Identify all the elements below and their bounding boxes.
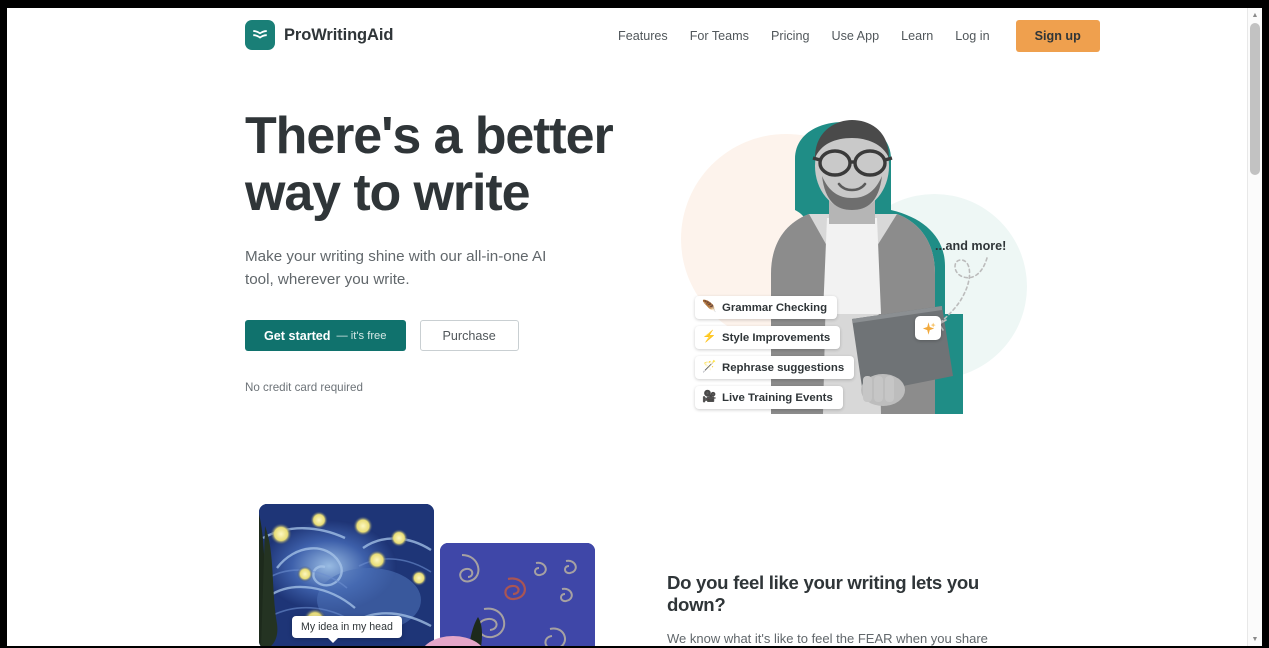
feature-chip-label: Style Improvements: [722, 331, 831, 344]
site-header: ProWritingAid Features For Teams Pricing…: [7, 8, 1247, 64]
scrollbar-thumb[interactable]: [1250, 23, 1260, 175]
hero-subtitle: Make your writing shine with our all-in-…: [245, 248, 547, 288]
hero-illustration: ...and more! 🪶 Grammar Checking ⚡ Style …: [667, 114, 1027, 459]
sparkles-icon: [915, 316, 941, 340]
feature-chip-label: Grammar Checking: [722, 301, 828, 314]
hero-copy: There's a better way to write Make your …: [245, 108, 645, 394]
magic-wand-icon: 🪄: [702, 360, 717, 373]
brand-name: ProWritingAid: [284, 25, 394, 44]
section-two-title: Do you feel like your writing lets you d…: [667, 572, 979, 615]
sign-up-button[interactable]: Sign up: [1015, 20, 1100, 52]
nav-item-log-in[interactable]: Log in: [944, 23, 1000, 49]
feature-chip-style-improvements: ⚡ Style Improvements: [695, 326, 841, 349]
feature-chip-label: Rephrase suggestions: [722, 361, 845, 374]
section-two-copy: Do you feel like your writing lets you d…: [667, 572, 1027, 646]
get-started-button[interactable]: Get started — it's free: [245, 320, 406, 351]
section-two-body: We know what it's like to feel the FEAR …: [667, 631, 988, 646]
idea-tooltip: My idea in my head: [292, 616, 402, 643]
nav-item-use-app[interactable]: Use App: [820, 23, 890, 49]
starry-night-illustration: My idea in my head: [245, 504, 605, 646]
prowritingaid-book-logo-icon: [245, 20, 275, 50]
lightning-bolt-icon: ⚡: [702, 330, 717, 343]
feature-chip-grammar-checking: 🪶 Grammar Checking: [695, 296, 838, 319]
no-credit-card-note: No credit card required: [245, 381, 363, 394]
nav-item-for-teams[interactable]: For Teams: [679, 23, 760, 49]
vertical-scrollbar[interactable]: ▲ ▼: [1247, 8, 1262, 646]
page-viewport: ProWritingAid Features For Teams Pricing…: [7, 8, 1262, 646]
browser-window: ProWritingAid Features For Teams Pricing…: [0, 0, 1269, 648]
brand-logo-link[interactable]: ProWritingAid: [245, 20, 393, 50]
and-more-label: ...and more!: [935, 239, 1007, 253]
main-navigation: Features For Teams Pricing Use App Learn…: [607, 8, 1100, 64]
hero-actions: Get started — it's free Purchase: [245, 320, 645, 351]
purchase-button[interactable]: Purchase: [419, 320, 519, 351]
get-started-label: Get started: [264, 328, 331, 343]
feature-chip-label: Live Training Events: [722, 391, 833, 404]
page-content: ProWritingAid Features For Teams Pricing…: [7, 8, 1247, 646]
nav-item-pricing[interactable]: Pricing: [760, 23, 821, 49]
nav-item-learn[interactable]: Learn: [890, 23, 944, 49]
nav-item-features[interactable]: Features: [607, 23, 679, 49]
feature-chip-rephrase-suggestions: 🪄 Rephrase suggestions: [695, 356, 855, 379]
hero-section: There's a better way to write Make your …: [7, 64, 1247, 484]
feature-chip-live-training-events: 🎥 Live Training Events: [695, 386, 843, 409]
scroll-up-arrow-icon[interactable]: ▲: [1248, 8, 1262, 22]
film-camera-icon: 🎥: [702, 390, 717, 403]
blue-doodle-canvas: [440, 543, 595, 646]
get-started-note: — it's free: [336, 329, 387, 342]
scroll-down-arrow-icon[interactable]: ▼: [1248, 632, 1262, 646]
writing-lets-you-down-section: My idea in my head Do you feel like your…: [7, 484, 1247, 646]
hero-title: There's a better way to write: [245, 107, 614, 222]
feather-quill-icon: 🪶: [702, 300, 717, 313]
